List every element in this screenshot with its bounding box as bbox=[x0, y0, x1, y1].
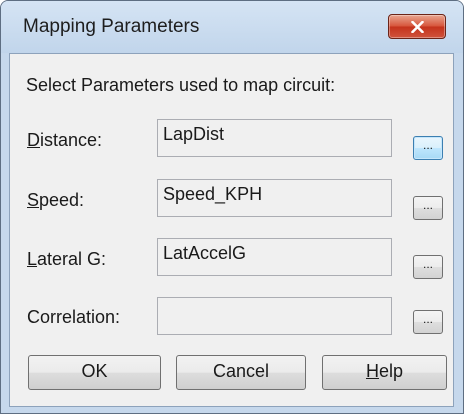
lateral-g-label: Lateral G: bbox=[27, 249, 106, 270]
help-accel-key: H bbox=[365, 361, 379, 381]
help-button-text: elp bbox=[378, 361, 404, 381]
distance-label: Distance: bbox=[27, 130, 102, 151]
correlation-browse-button[interactable]: ... bbox=[413, 310, 443, 334]
correlation-field[interactable] bbox=[157, 297, 392, 335]
distance-browse-button[interactable]: ... bbox=[413, 136, 443, 160]
help-button[interactable]: Help bbox=[322, 355, 447, 390]
cancel-button[interactable]: Cancel bbox=[176, 355, 306, 390]
close-icon bbox=[411, 21, 424, 33]
ok-button[interactable]: OK bbox=[28, 355, 161, 390]
distance-label-text: istance: bbox=[40, 130, 103, 150]
speed-label: Speed: bbox=[27, 190, 84, 211]
speed-accel-key: S bbox=[27, 190, 40, 210]
correlation-label: Correlation: bbox=[27, 307, 121, 327]
lateral-g-browse-button[interactable]: ... bbox=[413, 255, 443, 279]
lateral-g-label-text: ateral G: bbox=[37, 249, 107, 269]
title-bar[interactable]: Mapping Parameters bbox=[1, 1, 463, 53]
speed-label-text: peed: bbox=[39, 190, 85, 210]
instruction-text: Select Parameters used to map circuit: bbox=[26, 75, 336, 95]
distance-field[interactable]: LapDist bbox=[157, 119, 392, 157]
dialog-window: Mapping Parameters Select Parameters use… bbox=[0, 0, 464, 414]
window-title: Mapping Parameters bbox=[23, 16, 200, 37]
speed-field[interactable]: Speed_KPH bbox=[157, 179, 392, 217]
distance-accel-key: D bbox=[27, 130, 40, 150]
lateral-g-field[interactable]: LatAccelG bbox=[157, 238, 392, 276]
dialog-body: Select Parameters used to map circuit: D… bbox=[9, 53, 454, 407]
close-button[interactable] bbox=[388, 14, 446, 39]
lateral-g-accel-key: L bbox=[27, 249, 38, 269]
speed-browse-button[interactable]: ... bbox=[413, 196, 443, 220]
